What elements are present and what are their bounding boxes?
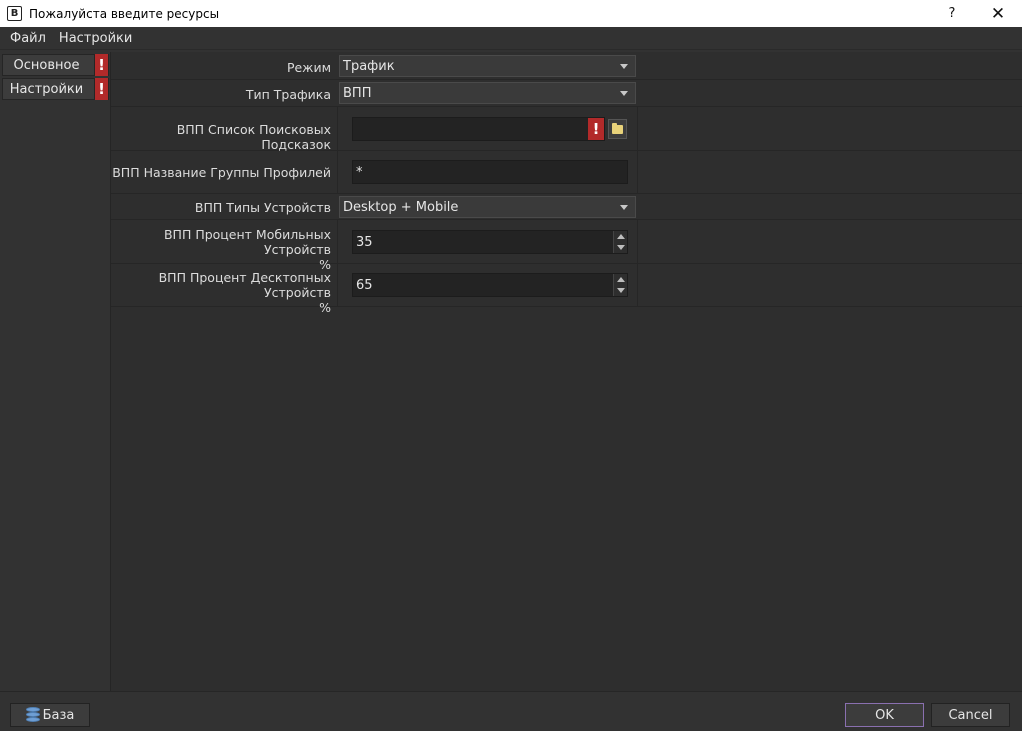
form-row-profile-group: ВПП Название Группы Профилей * — [111, 151, 1022, 194]
column-divider — [337, 151, 338, 193]
traffic-type-value: ВПП — [343, 85, 372, 101]
window-title: Пожалуйста введите ресурсы — [29, 6, 220, 21]
spin-buttons[interactable] — [613, 274, 627, 296]
suggestions-label: ВПП Список Поисковых Подсказок — [176, 122, 331, 152]
mode-select[interactable]: Трафик — [339, 55, 636, 77]
sidebar-item-settings[interactable]: Настройки ! — [2, 78, 109, 100]
open-file-button[interactable] — [608, 119, 627, 139]
menu-settings[interactable]: Настройки — [53, 31, 139, 46]
desktop-percent-value: 65 — [356, 277, 373, 293]
suggestions-input[interactable]: ! — [352, 117, 605, 141]
database-button[interactable]: База — [10, 703, 90, 727]
form-row-suggestions: ВПП Список Поисковых Подсказок ! — [111, 107, 1022, 152]
dialog-window: B Пожалуйста введите ресурсы ? ✕ Файл На… — [0, 0, 1022, 731]
database-button-label: База — [42, 707, 75, 723]
menu-file[interactable]: Файл — [0, 31, 53, 46]
database-icon — [25, 707, 40, 723]
bottom-bar: База OK Cancel — [0, 691, 1022, 731]
desktop-percent-spinbox[interactable]: 65 — [352, 273, 628, 297]
device-types-label: ВПП Типы Устройств — [194, 200, 331, 215]
sidebar-item-label: Настройки — [9, 81, 84, 97]
column-divider — [337, 220, 338, 263]
sidebar-item-label: Основное — [13, 57, 80, 73]
chevron-down-icon — [620, 91, 628, 96]
settings-form: Режим Трафик Тип Трафика ВПП ВПП Список … — [111, 52, 1022, 691]
device-types-select[interactable]: Desktop + Mobile — [339, 196, 636, 218]
column-divider — [637, 151, 638, 193]
form-row-mobile-percent: ВПП Процент Мобильных Устройств % 35 — [111, 220, 1022, 272]
traffic-type-label: Тип Трафика — [245, 87, 331, 102]
chevron-down-icon — [620, 205, 628, 210]
mobile-percent-spinbox[interactable]: 35 — [352, 230, 628, 254]
arrow-up-icon[interactable] — [617, 234, 625, 239]
form-row-desktop-percent: ВПП Процент Десктопных Устройств % 65 — [111, 264, 1022, 315]
mode-value: Трафик — [343, 58, 395, 74]
column-divider — [637, 220, 638, 263]
mobile-percent-value: 35 — [356, 234, 373, 250]
warning-icon: ! — [94, 78, 108, 100]
cancel-button[interactable]: Cancel — [931, 703, 1010, 727]
title-bar: B Пожалуйста введите ресурсы ? ✕ — [0, 0, 1022, 27]
spin-buttons[interactable] — [613, 231, 627, 253]
traffic-type-select[interactable]: ВПП — [339, 82, 636, 104]
column-divider — [337, 107, 338, 150]
form-row-device-types: ВПП Типы Устройств Desktop + Mobile — [111, 194, 1022, 220]
column-divider — [637, 107, 638, 150]
form-row-traffic-type: Тип Трафика ВПП — [111, 80, 1022, 107]
sidebar: Основное ! Настройки ! — [0, 52, 111, 691]
desktop-percent-label-line1: ВПП Процент Десктопных Устройств — [158, 270, 331, 300]
warning-icon: ! — [588, 118, 604, 140]
column-divider — [637, 264, 638, 306]
column-divider — [337, 264, 338, 306]
menu-bar: Файл Настройки — [0, 27, 1022, 50]
desktop-percent-label-line2: % — [319, 300, 331, 315]
folder-icon — [612, 122, 623, 134]
profile-group-input[interactable]: * — [352, 160, 628, 184]
warning-icon: ! — [94, 54, 108, 76]
close-button[interactable]: ✕ — [976, 0, 1020, 27]
desktop-percent-label: ВПП Процент Десктопных Устройств % — [111, 270, 331, 315]
arrow-up-icon[interactable] — [617, 277, 625, 282]
sidebar-item-main[interactable]: Основное ! — [2, 54, 109, 76]
arrow-down-icon[interactable] — [617, 288, 625, 293]
mode-label: Режим — [286, 60, 331, 75]
form-row-mode: Режим Трафик — [111, 52, 1022, 80]
mobile-percent-label-line1: ВПП Процент Мобильных Устройств — [163, 227, 331, 257]
chevron-down-icon — [620, 64, 628, 69]
app-icon: B — [7, 6, 22, 21]
ok-button[interactable]: OK — [845, 703, 924, 727]
help-button[interactable]: ? — [930, 0, 974, 27]
device-types-value: Desktop + Mobile — [343, 199, 459, 215]
profile-group-value: * — [356, 164, 363, 180]
profile-group-label: ВПП Название Группы Профилей — [112, 165, 331, 180]
arrow-down-icon[interactable] — [617, 245, 625, 250]
